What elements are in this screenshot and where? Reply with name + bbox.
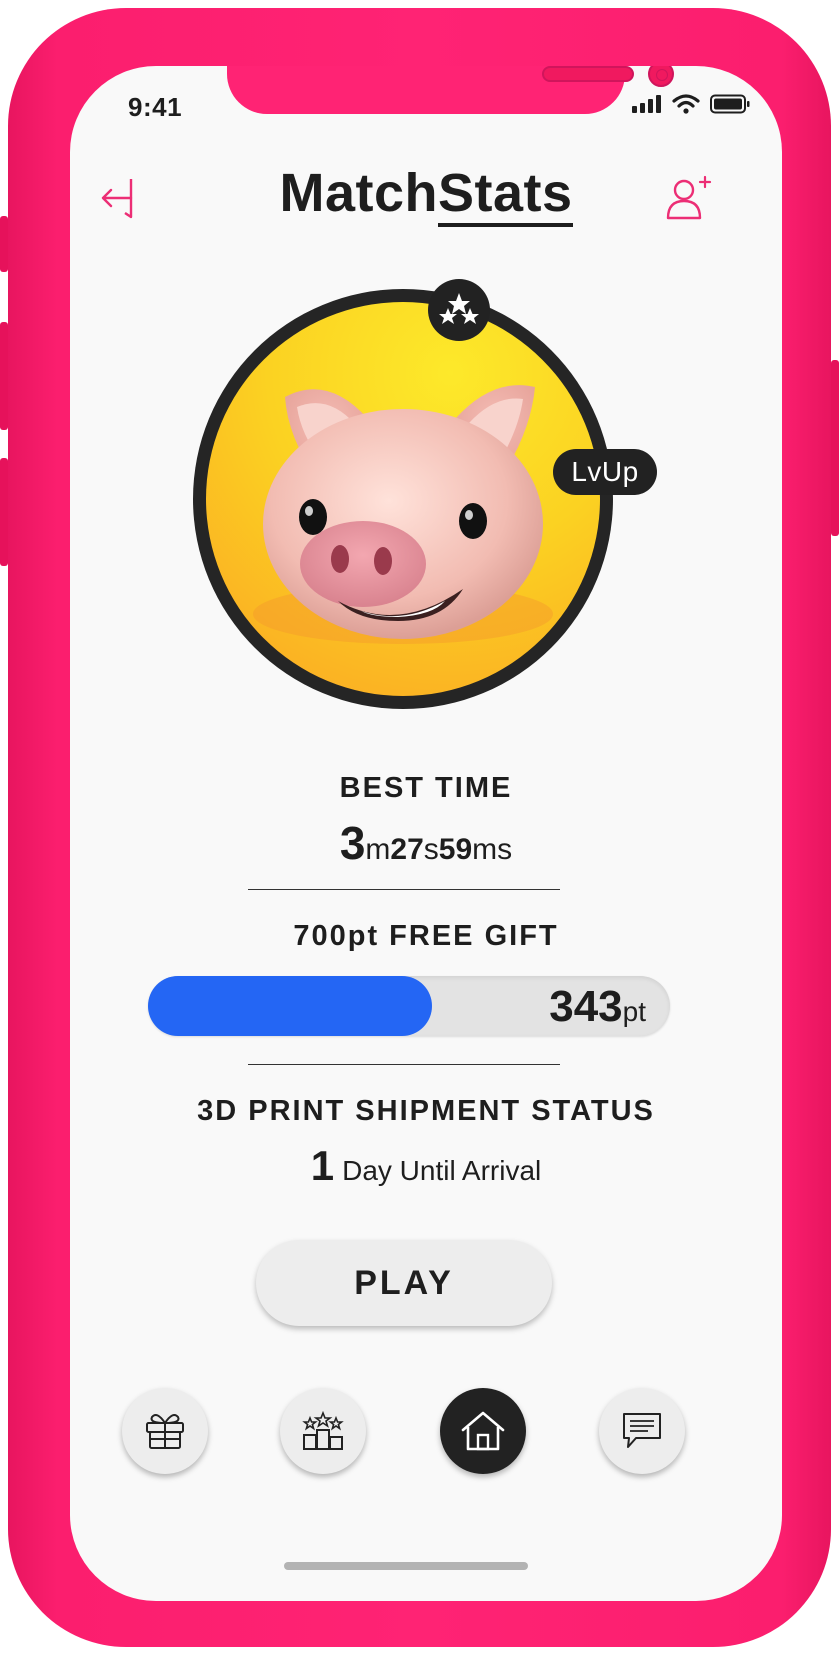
chat-icon: [623, 1413, 661, 1448]
ranking-icon: [302, 1411, 344, 1450]
gift-points-value: 343: [549, 982, 623, 1031]
gift-points: 343pt: [549, 982, 646, 1032]
gift-progress-bar: 343pt: [148, 976, 670, 1036]
best-time-ms-unit: ms: [472, 833, 513, 866]
home-indicator: [284, 1562, 528, 1570]
nav-ranking-button[interactable]: [280, 1388, 366, 1474]
status-icons: [632, 94, 750, 114]
divider: [248, 1064, 560, 1065]
power-button: [831, 360, 839, 536]
stars-icon: [439, 293, 479, 324]
phone-frame: 9:41 MatchStats LvUp BEST TIME 3m27s59ms…: [0, 8, 839, 1647]
best-time-seconds-unit: s: [423, 833, 439, 866]
player-avatar[interactable]: LvUp: [193, 279, 657, 709]
gift-icon: [146, 1414, 184, 1449]
notch: [227, 66, 674, 114]
shipment-days: 1: [310, 1142, 335, 1189]
shipment-days-text: Day Until Arrival: [342, 1155, 542, 1186]
play-button[interactable]: PLAY: [256, 1240, 552, 1326]
add-user-icon: [666, 175, 712, 220]
nav-chat-button[interactable]: [599, 1388, 685, 1474]
nav-home-button[interactable]: [440, 1388, 526, 1474]
rank-badge[interactable]: [428, 279, 490, 341]
mute-switch: [0, 216, 8, 272]
level-up-badge[interactable]: LvUp: [553, 449, 657, 495]
speaker: [542, 66, 634, 82]
best-time-seconds: 27: [390, 833, 424, 866]
gift-label: 700pt FREE GIFT: [293, 920, 559, 952]
best-time-milliseconds: 59: [438, 833, 473, 866]
front-camera: [648, 66, 674, 87]
battery-icon: [710, 94, 750, 114]
divider: [248, 889, 560, 890]
pig-avatar-image: [253, 385, 553, 644]
gift-progress-fill: [148, 976, 433, 1036]
best-time-label: BEST TIME: [339, 772, 513, 804]
best-time-minutes: 3: [339, 817, 366, 869]
best-time-value: 3m27s59ms: [70, 816, 782, 870]
title-part-match: Match: [279, 163, 438, 223]
wifi-icon: [672, 94, 700, 114]
shipment-status: 1 Day Until Arrival: [70, 1142, 782, 1190]
signal-icon: [632, 95, 661, 113]
nav-gift-button[interactable]: [122, 1388, 208, 1474]
status-time: 9:41: [128, 92, 183, 122]
shipment-label: 3D PRINT SHIPMENT STATUS: [197, 1095, 655, 1127]
best-time-minutes-unit: m: [365, 833, 391, 866]
screen: 9:41 MatchStats LvUp BEST TIME 3m27s59ms…: [70, 66, 782, 1601]
home-icon: [461, 1411, 505, 1451]
add-friend-button[interactable]: [660, 170, 716, 226]
volume-down-button: [0, 458, 8, 566]
title-part-stats: Stats: [437, 163, 573, 227]
volume-up-button: [0, 322, 8, 430]
gift-points-unit: pt: [622, 996, 646, 1027]
